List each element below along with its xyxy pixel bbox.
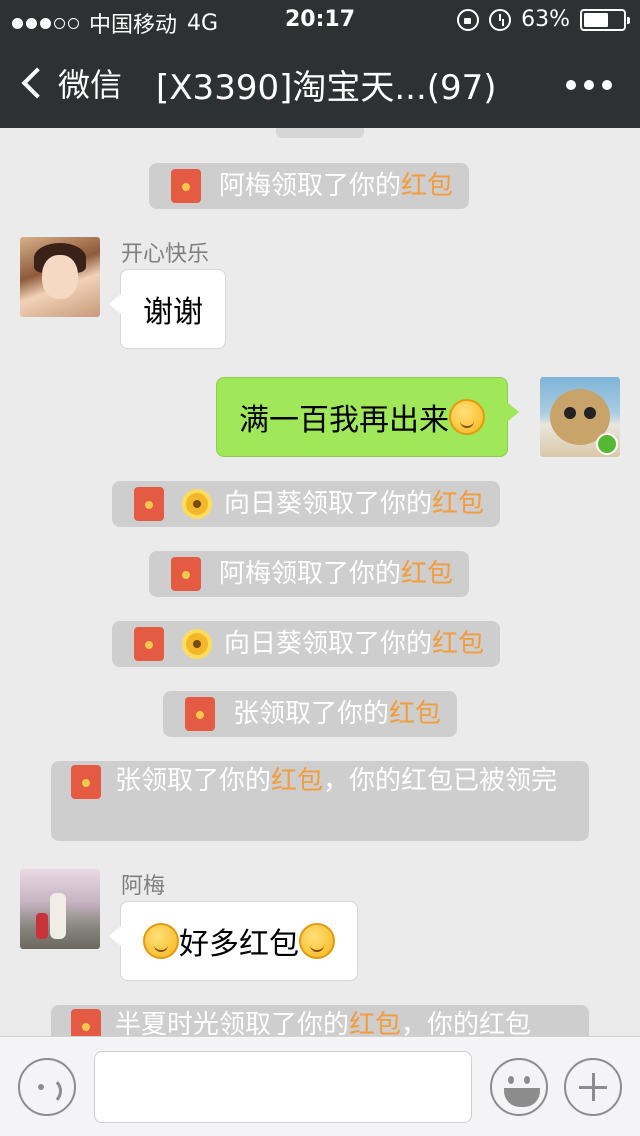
thinking-emoji-icon [299, 923, 335, 959]
more-dots-icon [566, 80, 576, 90]
red-packet-link[interactable]: 红包 [401, 166, 453, 206]
sender-name: 阿梅 [121, 874, 166, 899]
chat-title: [X3390]淘宝天...(97) [156, 68, 497, 108]
system-notice-partial [276, 128, 364, 138]
red-packet-link[interactable]: 红包 [389, 694, 441, 734]
red-packet-link[interactable]: 红包 [271, 766, 323, 796]
sender-name: 开心快乐 [121, 242, 210, 267]
thinking-emoji-icon [143, 923, 179, 959]
system-notice: 张领取了你的 红包 [163, 691, 458, 737]
chat-area[interactable]: 阿梅领取了你的 红包 开心快乐 谢谢 满一百我再出来 向日葵领取了你的 红包 阿梅领… [0, 128, 640, 1036]
emoji-icon[interactable] [490, 1058, 548, 1116]
sunflower-icon [182, 489, 212, 519]
message-input[interactable] [94, 1051, 472, 1123]
voice-icon[interactable] [18, 1058, 76, 1116]
system-notice: 向日葵领取了你的 红包 [112, 621, 501, 667]
system-notice: 向日葵领取了你的 红包 [112, 481, 501, 527]
alarm-icon [489, 8, 512, 31]
avatar[interactable] [20, 869, 100, 949]
red-packet-icon [185, 697, 215, 731]
back-label: 微信 [58, 66, 123, 104]
status-bar: 中国移动 4G 20:17 63% [0, 0, 640, 40]
red-packet-icon [171, 169, 201, 203]
input-bar [0, 1036, 640, 1136]
red-packet-link[interactable]: 红包 [349, 1010, 401, 1036]
red-packet-icon [71, 1008, 101, 1036]
more-button[interactable] [566, 80, 612, 90]
red-packet-icon [171, 557, 201, 591]
system-notice: 阿梅领取了你的 红包 [149, 163, 470, 209]
system-notice: 阿梅领取了你的 红包 [149, 551, 470, 597]
check-icon [596, 433, 618, 455]
nav-bar: 微信 [X3390]淘宝天...(97) [0, 40, 640, 128]
red-packet-link[interactable]: 红包 [432, 624, 484, 664]
battery-icon [580, 8, 630, 31]
status-right: 63% [457, 7, 630, 32]
battery-percent: 63% [521, 7, 570, 32]
avatar[interactable] [540, 377, 620, 457]
message-bubble-incoming[interactable]: 好多红包 [109, 901, 358, 981]
chevron-left-icon [21, 67, 53, 99]
red-packet-link[interactable]: 红包 [401, 554, 453, 594]
red-packet-icon [134, 627, 164, 661]
system-notice: 张领取了你的红包，你的红包已被领完 [51, 761, 589, 841]
sunflower-icon [182, 629, 212, 659]
message-bubble-outgoing[interactable]: 满一百我再出来 [216, 377, 519, 457]
message-bubble-incoming[interactable]: 谢谢 [109, 269, 226, 349]
red-packet-icon [134, 487, 164, 521]
rotation-lock-icon [457, 8, 480, 31]
red-packet-icon [71, 764, 101, 799]
smirk-emoji-icon [449, 399, 485, 435]
avatar[interactable] [20, 237, 100, 317]
red-packet-link[interactable]: 红包 [432, 484, 484, 524]
plus-icon[interactable] [564, 1058, 622, 1116]
system-notice: 半夏时光领取了你的红包，你的红包 [51, 1005, 589, 1036]
back-button[interactable]: 微信 [20, 60, 122, 106]
